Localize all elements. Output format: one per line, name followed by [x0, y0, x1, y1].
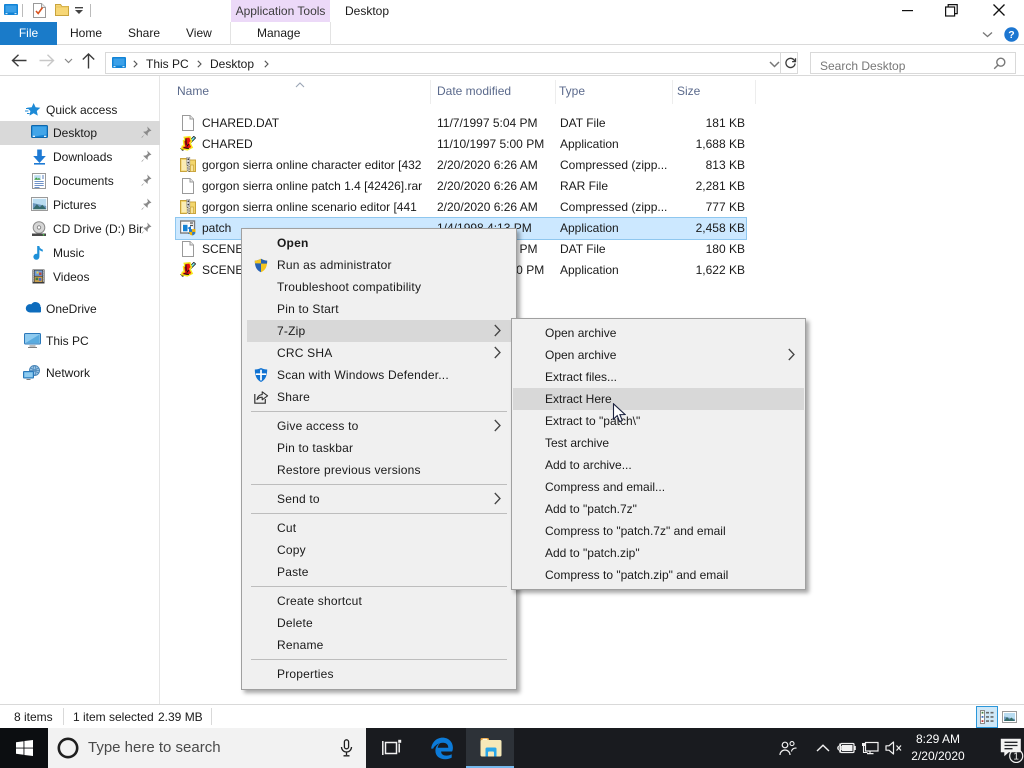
svg-text:?: ?: [1008, 29, 1014, 41]
svg-text:1: 1: [1013, 752, 1019, 763]
